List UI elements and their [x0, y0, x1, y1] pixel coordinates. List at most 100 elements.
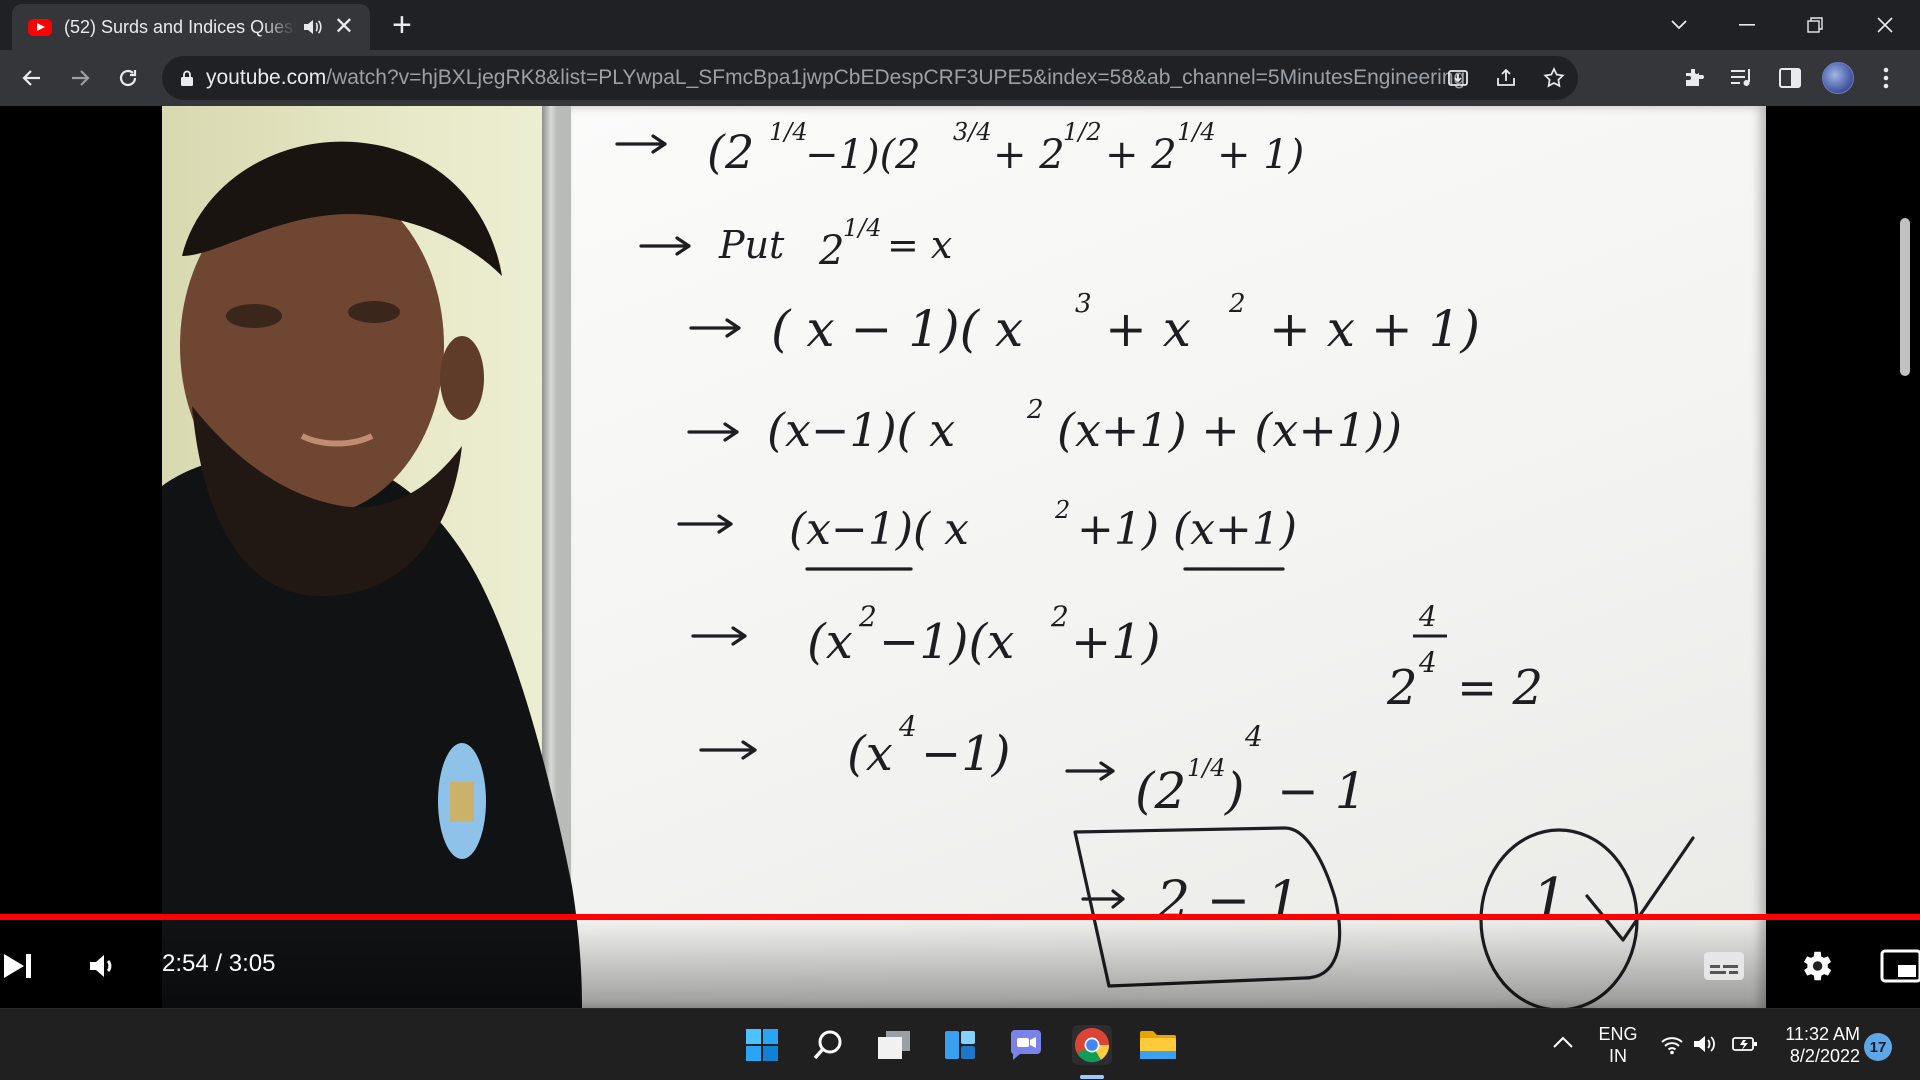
captions-icon[interactable]	[1702, 946, 1746, 986]
profile-avatar[interactable]	[1820, 60, 1856, 96]
svg-text:+ 2: + 2	[993, 132, 1065, 178]
widgets-icon[interactable]	[940, 1025, 980, 1065]
svg-text:4: 4	[1244, 720, 1263, 753]
share-icon[interactable]	[1482, 66, 1530, 90]
page-scrollbar[interactable]	[1900, 218, 1910, 376]
svg-text:+ 2: + 2	[1105, 132, 1177, 178]
svg-text:(x: (x	[807, 614, 853, 670]
svg-text:1/4: 1/4	[1187, 754, 1226, 782]
browser-toolbar: youtube.com/watch?v=hjBXLjegRK8&list=PLY…	[0, 50, 1920, 106]
player-controls-gradient	[0, 920, 1920, 1008]
tab-search-icon[interactable]	[1664, 10, 1694, 40]
clock-date: 8/2/2022	[1789, 1046, 1860, 1066]
file-explorer-icon[interactable]	[1138, 1025, 1178, 1065]
url-path: /watch?v=hjBXLjegRK8&list=PLYwpaL_SFmcBp…	[326, 66, 1466, 89]
whiteboard-handwriting: (2 1/4 −1)(2 3/4 + 2 1/2 + 2 1/4 + 1) Pu…	[615, 118, 1695, 1008]
language-code: ENG	[1598, 1024, 1638, 1044]
svg-text:3: 3	[1075, 289, 1092, 319]
active-app-indicator	[1080, 1075, 1104, 1079]
windows-start-icon[interactable]	[742, 1025, 782, 1065]
svg-text:(x: (x	[847, 726, 893, 782]
svg-text:+ 1): + 1)	[1217, 132, 1304, 178]
task-view-icon[interactable]	[874, 1025, 914, 1065]
taskbar: ENG IN 11:32 AM 8/2/2022 17	[0, 1008, 1920, 1080]
speaker-icon[interactable]	[1692, 1033, 1718, 1060]
svg-text:3/4: 3/4	[953, 118, 992, 146]
svg-text:−1)(2: −1)(2	[805, 132, 921, 178]
svg-text:4: 4	[898, 710, 917, 743]
close-icon[interactable]: ✕	[334, 15, 354, 39]
svg-text:+ x: + x	[1105, 300, 1191, 358]
svg-text:( x − 1)( x: ( x − 1)( x	[771, 300, 1023, 358]
tab-title: (52) Surds and Indices Questions	[64, 16, 296, 37]
close-icon[interactable]	[1870, 10, 1900, 40]
svg-text:1/4: 1/4	[769, 118, 808, 146]
lock-icon[interactable]	[180, 70, 194, 86]
plus-icon[interactable]: +	[392, 8, 412, 42]
extensions-icon[interactable]	[1676, 60, 1712, 96]
chevron-up-icon[interactable]	[1552, 1033, 1574, 1054]
region-code: IN	[1609, 1046, 1627, 1066]
wifi-icon[interactable]	[1660, 1035, 1684, 1060]
system-clock[interactable]: 11:32 AM 8/2/2022	[1772, 1023, 1860, 1067]
svg-text:+ x + 1): + x + 1)	[1269, 300, 1480, 358]
settings-icon[interactable]	[1794, 946, 1838, 986]
address-bar[interactable]: youtube.com/watch?v=hjBXLjegRK8&list=PLY…	[162, 56, 1578, 100]
clock-time: 11:32 AM	[1785, 1024, 1860, 1044]
menu-icon[interactable]	[1868, 60, 1904, 96]
media-control-icon[interactable]	[1724, 60, 1760, 96]
svg-text:4: 4	[1418, 646, 1437, 679]
svg-text:2: 2	[1050, 600, 1069, 633]
svg-text:(x+1) + (x+1)): (x+1) + (x+1))	[1057, 403, 1402, 457]
notification-badge[interactable]: 17	[1864, 1033, 1892, 1061]
svg-text:1/4: 1/4	[1177, 118, 1216, 146]
side-panel-icon[interactable]	[1772, 60, 1808, 96]
svg-text:2: 2	[1026, 395, 1044, 425]
svg-text:(x−1)( x: (x−1)( x	[789, 504, 969, 555]
install-icon[interactable]	[1434, 66, 1482, 90]
search-icon[interactable]	[808, 1025, 848, 1065]
svg-text:− 1: − 1	[1277, 762, 1367, 820]
next-icon[interactable]	[0, 946, 36, 986]
input-language[interactable]: ENG IN	[1596, 1023, 1640, 1067]
battery-icon[interactable]	[1732, 1035, 1758, 1058]
url-host: youtube.com	[206, 66, 327, 89]
svg-text:2: 2	[818, 228, 844, 274]
star-icon[interactable]	[1530, 66, 1578, 90]
svg-text:+1): +1)	[1071, 614, 1160, 670]
volume-icon[interactable]	[82, 946, 122, 986]
svg-text:): )	[1224, 762, 1245, 820]
chrome-icon[interactable]	[1072, 1025, 1112, 1065]
speaker-icon[interactable]	[300, 15, 324, 39]
restore-icon[interactable]	[1800, 10, 1830, 40]
svg-text:+1) (x+1): +1) (x+1)	[1077, 504, 1297, 555]
video-player[interactable]: (2 1/4 −1)(2 3/4 + 2 1/2 + 2 1/4 + 1) Pu…	[0, 106, 1920, 1008]
forward-icon[interactable]	[64, 62, 96, 94]
svg-text:1/4: 1/4	[843, 214, 882, 242]
svg-text:1/2: 1/2	[1063, 118, 1102, 146]
svg-text:Put: Put	[718, 223, 785, 267]
reload-icon[interactable]	[112, 62, 144, 94]
svg-text:(x−1)( x: (x−1)( x	[767, 403, 955, 457]
back-icon[interactable]	[16, 62, 48, 94]
omnibox-actions	[1434, 56, 1578, 100]
svg-text:−1): −1)	[921, 726, 1010, 782]
svg-text:2: 2	[858, 600, 877, 633]
svg-text:−1)(x: −1)(x	[879, 614, 1014, 670]
svg-text:= x: = x	[887, 223, 952, 267]
presenter	[162, 141, 582, 1008]
svg-text:2: 2	[1054, 496, 1070, 524]
time-display: 2:54 / 3:05	[162, 950, 276, 977]
svg-text:2: 2	[1228, 289, 1246, 319]
video-frame: (2 1/4 −1)(2 3/4 + 2 1/2 + 2 1/4 + 1) Pu…	[162, 106, 1766, 1008]
tab-strip: (52) Surds and Indices Questions ✕ +	[0, 0, 1920, 50]
teams-chat-icon[interactable]	[1006, 1025, 1046, 1065]
miniplayer-icon[interactable]	[1880, 946, 1920, 986]
progress-bar[interactable]	[0, 914, 1920, 920]
minimize-icon[interactable]	[1732, 10, 1762, 40]
svg-text:(2: (2	[1135, 762, 1186, 820]
youtube-icon	[28, 18, 52, 36]
svg-text:2: 2	[1386, 660, 1418, 716]
browser-tab[interactable]: (52) Surds and Indices Questions ✕	[12, 4, 370, 50]
svg-text:4: 4	[1418, 600, 1437, 633]
